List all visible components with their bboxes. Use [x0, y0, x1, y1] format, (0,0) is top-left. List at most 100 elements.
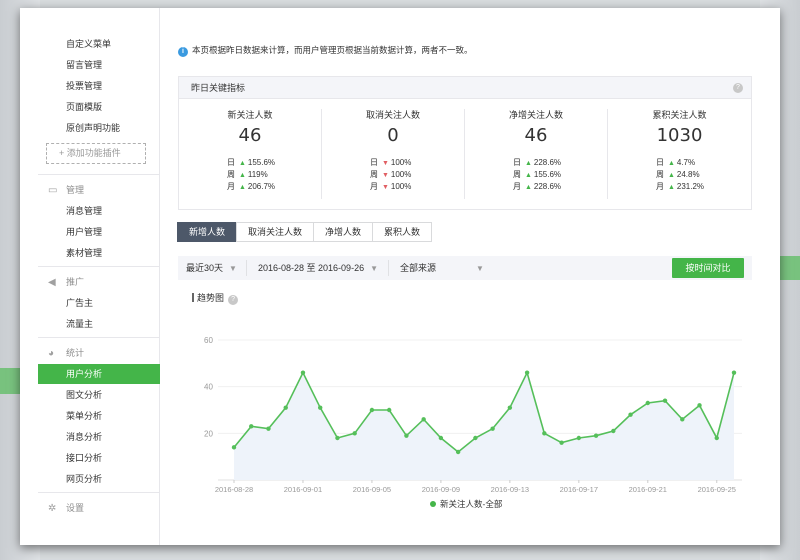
help-icon[interactable]: ?: [228, 295, 239, 305]
x-tick-label: 2016-09-25: [698, 485, 736, 494]
kpi-percent: 100%: [390, 158, 412, 167]
main-content: i 本页根据昨日数据来计算，而用户管理页根据当前数据计算，两者不一致。 昨日关键指…: [160, 8, 780, 545]
kpi-value: 0: [387, 125, 399, 146]
sidebar-item-api-analysis[interactable]: 接口分析: [66, 448, 102, 468]
sidebar-section-statistics[interactable]: ◕ 统计: [48, 343, 84, 363]
sidebar-item-message-analysis[interactable]: 消息分析: [66, 427, 102, 447]
sidebar-divider: [38, 174, 160, 175]
kpi-change-row: 日 ▼ 100%: [370, 157, 411, 169]
kpi-change-row: 周 ▲ 24.8%: [656, 169, 704, 181]
kpi-change-row: 周 ▼ 100%: [370, 169, 411, 181]
kpi-card: 新关注人数 46 日 ▲ 155.6% 周 ▲ 119% 月 ▲ 206.7%: [179, 109, 322, 199]
x-tick-label: 2016-09-17: [560, 485, 598, 494]
sidebar-section-settings[interactable]: ✲ 设置: [48, 498, 84, 518]
compare-by-time-button[interactable]: 按时间对比: [672, 258, 744, 278]
sidebar-section-manage[interactable]: ▭ 管理: [48, 180, 84, 200]
source-select[interactable]: 全部来源 ▼: [400, 256, 484, 280]
data-point: [490, 426, 495, 431]
data-point: [524, 370, 530, 375]
kpi-period-label: 月: [370, 182, 378, 191]
kpi-panel: 昨日关键指标? 新关注人数 46 日 ▲ 155.6% 周 ▲ 119% 月 ▲ 206.7%…: [178, 76, 752, 210]
sidebar-item-users[interactable]: 用户管理: [66, 222, 102, 242]
dropdown-arrow-icon: ▼: [476, 264, 484, 273]
kpi-period-label: 周: [227, 170, 235, 179]
kpi-card: 净增关注人数 46 日 ▲ 228.6% 周 ▲ 155.6% 月 ▲ 228.6%: [465, 109, 608, 199]
arrow-up-icon: ▲: [239, 160, 248, 167]
data-point: [611, 428, 616, 434]
data-point: [645, 400, 650, 406]
tab-total-followers[interactable]: 累积人数: [372, 222, 433, 242]
megaphone-icon: ◀: [48, 277, 56, 288]
sidebar-item-webpage-analysis[interactable]: 网页分析: [66, 469, 102, 489]
kpi-percent: 206.7%: [247, 182, 276, 191]
data-point: [352, 431, 357, 436]
data-point: [473, 435, 478, 441]
kpi-percent: 155.6%: [247, 158, 276, 167]
data-point: [714, 435, 719, 441]
kpi-percent: 155.6%: [533, 170, 562, 179]
date-range-picker[interactable]: 2016-08-28 至 2016-09-26 ▼: [258, 256, 378, 280]
data-point: [662, 398, 668, 403]
sidebar-item-article-analysis[interactable]: 图文分析: [66, 385, 102, 405]
y-tick-label: 40: [204, 383, 213, 392]
filter-divider: [246, 260, 247, 276]
data-point: [593, 433, 599, 438]
data-point: [455, 449, 461, 455]
kpi-change-row: 月 ▲ 206.7%: [227, 181, 275, 193]
sidebar-item-page-templates[interactable]: 页面模版: [66, 97, 102, 117]
kpi-period-label: 日: [227, 158, 235, 167]
kpi-percent: 228.6%: [533, 182, 562, 191]
help-icon[interactable]: ?: [733, 83, 743, 93]
sidebar-item-original-declaration[interactable]: 原创声明功能: [66, 118, 120, 138]
kpi-value: 1030: [656, 125, 703, 146]
data-point: [318, 405, 323, 410]
add-plugin-button[interactable]: + 添加功能插件: [46, 143, 146, 164]
data-point: [697, 403, 702, 408]
kpi-period-label: 周: [656, 170, 664, 179]
sidebar-item-custom-menu[interactable]: 自定义菜单: [66, 34, 111, 54]
trend-chart: 20 40 60 2016-08-28 2016-09-01 2016-09-05 2016…: [204, 336, 742, 494]
period-select[interactable]: 最近30天 ▼: [186, 256, 237, 280]
sidebar-item-comments[interactable]: 留言管理: [66, 55, 102, 75]
kpi-change-row: 周 ▲ 155.6%: [513, 169, 561, 181]
sidebar-item-votes[interactable]: 投票管理: [66, 76, 102, 96]
kpi-period-label: 月: [227, 182, 235, 191]
sidebar-item-materials[interactable]: 素材管理: [66, 243, 102, 263]
arrow-down-icon: ▼: [382, 184, 391, 191]
kpi-percent: 228.6%: [533, 158, 562, 167]
kpi-period-label: 月: [513, 182, 521, 191]
tab-net-followers[interactable]: 净增人数: [313, 222, 374, 242]
kpi-name: 累积关注人数: [652, 110, 707, 120]
kpi-card: 累积关注人数 1030 日 ▲ 4.7% 周 ▲ 24.8% 月 ▲ 231.2%: [608, 109, 751, 199]
sidebar-item-advertiser[interactable]: 广告主: [66, 293, 93, 313]
kpi-change-list: 日 ▼ 100% 周 ▼ 100% 月 ▼ 100%: [370, 157, 411, 193]
tab-unfollowers[interactable]: 取消关注人数: [236, 222, 315, 242]
x-tick-label: 2016-09-21: [629, 485, 667, 494]
filter-bar: 最近30天 ▼ 2016-08-28 至 2016-09-26 ▼ 全部来源 ▼ 按时…: [178, 256, 752, 280]
y-tick-label: 20: [204, 429, 213, 438]
kpi-change-row: 月 ▲ 231.2%: [656, 181, 704, 193]
data-point: [283, 405, 288, 410]
sidebar-item-publisher[interactable]: 流量主: [66, 314, 93, 334]
trend-title: 趋势图?: [192, 292, 239, 305]
info-icon: i: [178, 47, 188, 57]
filter-divider: [388, 260, 389, 276]
chart-legend[interactable]: 新关注人数-全部: [430, 498, 502, 510]
data-point: [576, 435, 582, 441]
sidebar-item-messages[interactable]: 消息管理: [66, 201, 102, 221]
kpi-change-row: 月 ▼ 100%: [370, 181, 411, 193]
sidebar-section-promotion[interactable]: ◀ 推广: [48, 272, 84, 292]
sidebar-item-user-analysis[interactable]: 用户分析: [38, 364, 160, 384]
kpi-change-list: 日 ▲ 155.6% 周 ▲ 119% 月 ▲ 206.7%: [227, 157, 275, 193]
kpi-percent: 231.2%: [676, 182, 705, 191]
x-tick-label: 2016-09-09: [422, 485, 460, 494]
sidebar-item-menu-analysis[interactable]: 菜单分析: [66, 406, 102, 426]
kpi-percent: 24.8%: [676, 170, 700, 179]
sidebar-divider: [38, 337, 160, 338]
kpi-percent: 119%: [247, 170, 268, 179]
app-window: 自定义菜单 留言管理 投票管理 页面模版 原创声明功能 + 添加功能插件 ▭ 管理…: [20, 8, 780, 545]
kpi-period-label: 日: [513, 158, 521, 167]
x-tick-label: 2016-09-05: [353, 485, 391, 494]
series-area: [234, 372, 734, 480]
tab-new-followers[interactable]: 新增人数: [177, 222, 238, 242]
